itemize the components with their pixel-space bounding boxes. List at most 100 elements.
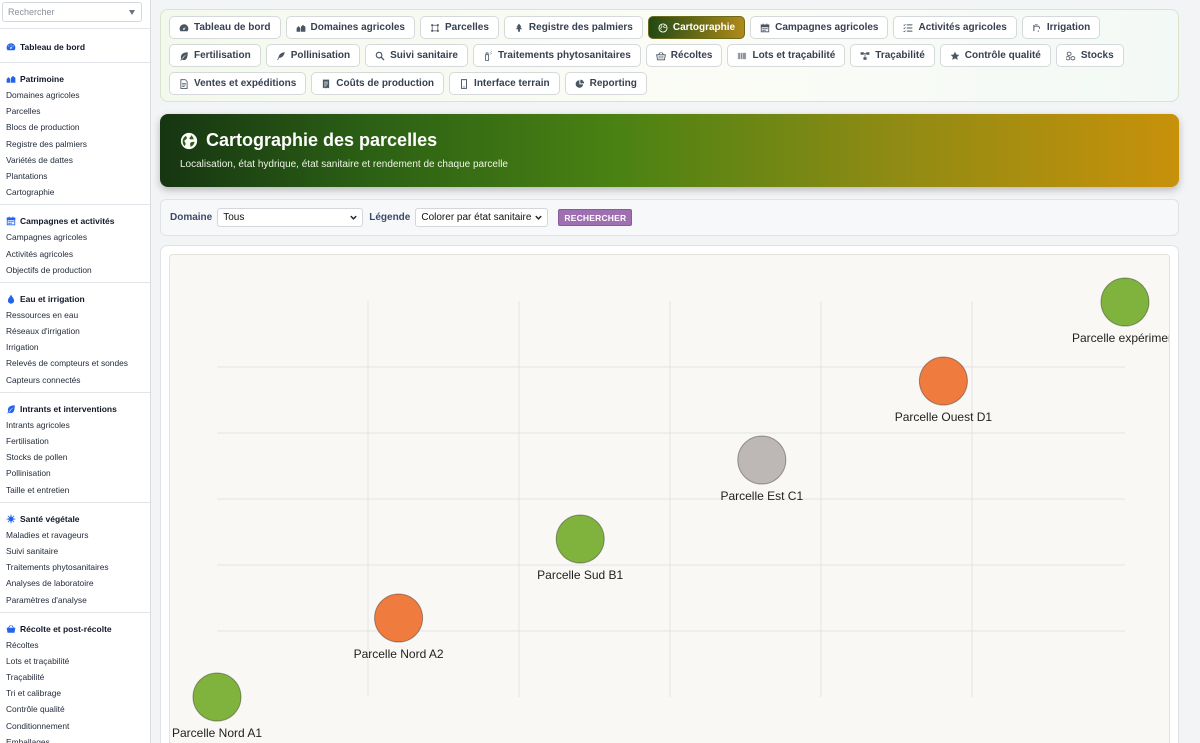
sidebar-item[interactable]: Activités agricoles xyxy=(0,246,150,262)
sidebar-item[interactable]: Paramètres d'analyse xyxy=(0,592,150,608)
parcel-circle[interactable] xyxy=(374,593,424,643)
domain-select-value: Tous xyxy=(223,212,245,223)
sidebar-item[interactable]: Variétés de dattes xyxy=(0,152,150,168)
sidebar-group-label: Eau et irrigation xyxy=(20,293,85,304)
magnifier-icon xyxy=(375,51,385,61)
pie-chart-icon xyxy=(575,79,585,89)
domain-select[interactable]: Tous xyxy=(217,208,364,227)
sidebar-item[interactable]: Taille et entretien xyxy=(0,482,150,498)
parcel-label: Parcelle Sud B1 xyxy=(537,568,623,582)
tab-label: Contrôle qualité xyxy=(964,50,1041,61)
sidebar-item[interactable]: Emballages xyxy=(0,734,150,743)
sidebar-item-dashboard[interactable]: Tableau de bord xyxy=(0,39,150,55)
sidebar-item[interactable]: Stocks de pollen xyxy=(0,449,150,465)
tab-19[interactable]: Interface terrain xyxy=(449,72,560,95)
page-banner: Cartographie des parcelles Localisation,… xyxy=(160,114,1179,187)
tab-15[interactable]: Contrôle qualité xyxy=(939,44,1051,67)
tab-9[interactable]: Pollinisation xyxy=(265,44,361,67)
sidebar-group-title[interactable]: Campagnes et activités xyxy=(0,213,150,229)
tab-13[interactable]: Lots et traçabilité xyxy=(727,44,846,67)
sidebar-item[interactable]: Traçabilité xyxy=(0,669,150,685)
tab-14[interactable]: Traçabilité xyxy=(850,44,935,67)
sidebar-item[interactable]: Analyses de laboratoire xyxy=(0,575,150,591)
sidebar-group-title[interactable]: Intrants et interventions xyxy=(0,401,150,417)
sidebar-item[interactable]: Récoltes xyxy=(0,637,150,653)
search-button[interactable]: RECHERCHER xyxy=(558,209,633,226)
sidebar-item[interactable]: Conditionnement xyxy=(0,718,150,734)
sidebar-item[interactable]: Intrants agricoles xyxy=(0,417,150,433)
tab-11[interactable]: Traitements phytosanitaires xyxy=(472,44,641,67)
parcel-marker[interactable]: Parcelle Sud B1 xyxy=(537,514,624,582)
sidebar-item[interactable]: Campagnes agricoles xyxy=(0,229,150,245)
tab-5[interactable]: Campagnes agricoles xyxy=(750,16,889,39)
parcel-circle[interactable] xyxy=(1100,277,1150,327)
tab-label: Ventes et expéditions xyxy=(194,78,297,89)
tab-12[interactable]: Récoltes xyxy=(645,44,723,67)
tab-label: Cartographie xyxy=(672,22,736,33)
tab-4[interactable]: Cartographie xyxy=(647,16,746,39)
sidebar-item[interactable]: Parcelles xyxy=(0,103,150,119)
tab-label: Fertilisation xyxy=(194,50,251,61)
sidebar-item[interactable]: Domaines agricoles xyxy=(0,87,150,103)
tab-8[interactable]: Fertilisation xyxy=(169,44,261,67)
sidebar-group-label: Patrimoine xyxy=(20,74,64,84)
tab-10[interactable]: Suivi sanitaire xyxy=(365,44,468,67)
tab-7[interactable]: Irrigation xyxy=(1021,16,1101,39)
sidebar-item[interactable]: Plantations xyxy=(0,168,150,184)
tab-label: Traitements phytosanitaires xyxy=(497,50,631,61)
mobile-icon xyxy=(459,78,469,89)
parcel-marker[interactable]: Parcelle expérimen. xyxy=(1072,277,1170,345)
sidebar-group: Eau et irrigation Ressources en eau Réseau… xyxy=(0,283,150,393)
sidebar-item[interactable]: Tri et calibrage xyxy=(0,685,150,701)
tab-20[interactable]: Reporting xyxy=(564,72,647,95)
tab-0[interactable]: Tableau de bord xyxy=(169,16,281,39)
tab-16[interactable]: Stocks xyxy=(1055,44,1124,67)
legend-filter-label: Légende xyxy=(369,212,411,223)
sidebar-group-title[interactable]: Patrimoine xyxy=(0,71,150,87)
page-title-row: Cartographie des parcelles xyxy=(180,130,1159,151)
tab-18[interactable]: Coûts de production xyxy=(311,72,445,95)
sidebar-item[interactable]: Réseaux d'irrigation xyxy=(0,323,150,339)
sidebar-item[interactable]: Fertilisation xyxy=(0,433,150,449)
parcel-circle[interactable] xyxy=(918,356,968,406)
sidebar-group-title[interactable]: Récolte et post-récolte xyxy=(0,621,150,637)
sidebar-item[interactable]: Capteurs connectés xyxy=(0,372,150,388)
parcel-marker[interactable]: Parcelle Nord A2 xyxy=(354,593,444,661)
sidebar-item[interactable]: Irrigation xyxy=(0,339,150,355)
legend-select-value: Colorer par état sanitaire xyxy=(421,212,532,223)
tab-2[interactable]: Parcelles xyxy=(419,16,499,39)
parcel-label: Parcelle Nord A2 xyxy=(354,647,444,661)
tab-1[interactable]: Domaines agricoles xyxy=(285,16,415,39)
parcel-circle[interactable] xyxy=(192,672,242,722)
tab-3[interactable]: Registre des palmiers xyxy=(503,16,643,39)
parcel-circle[interactable] xyxy=(737,435,787,485)
sidebar-item[interactable]: Relevés de compteurs et sondes xyxy=(0,355,150,371)
tab-17[interactable]: Ventes et expéditions xyxy=(169,72,307,95)
sidebar-item[interactable]: Maladies et ravageurs xyxy=(0,527,150,543)
chevron-down-icon xyxy=(129,9,135,15)
sidebar-item[interactable]: Registre des palmiers xyxy=(0,136,150,152)
parcel-marker[interactable]: Parcelle Nord A1 xyxy=(172,672,262,740)
filter-bar: Domaine Tous Légende Colorer par état sa… xyxy=(160,199,1179,236)
sidebar-item[interactable]: Ressources en eau xyxy=(0,307,150,323)
top-navigation: Tableau de bord Domaines agricoles Parcell… xyxy=(160,9,1179,102)
sidebar-item[interactable]: Contrôle qualité xyxy=(0,701,150,717)
parcel-map[interactable]: Parcelle Nord A1 Parcelle Nord A2 Parcelle… xyxy=(169,254,1170,743)
sidebar-item[interactable]: Traitements phytosanitaires xyxy=(0,559,150,575)
sidebar-item[interactable]: Objectifs de production xyxy=(0,262,150,278)
tab-6[interactable]: Activités agricoles xyxy=(893,16,1017,39)
sidebar-group-title[interactable]: Eau et irrigation xyxy=(0,291,150,307)
parcel-marker[interactable]: Parcelle Est C1 xyxy=(720,435,803,503)
sidebar-group-title[interactable]: Santé végétale xyxy=(0,511,150,527)
sidebar-item[interactable]: Lots et traçabilité xyxy=(0,653,150,669)
farm-icon xyxy=(6,74,16,84)
sidebar-group: Intrants et interventions Intrants agrico… xyxy=(0,393,150,503)
tab-label: Lots et traçabilité xyxy=(752,50,836,61)
sidebar-item[interactable]: Cartographie xyxy=(0,184,150,200)
sidebar-item[interactable]: Suivi sanitaire xyxy=(0,543,150,559)
sidebar-item[interactable]: Pollinisation xyxy=(0,465,150,481)
sidebar-search-select[interactable]: Rechercher xyxy=(2,2,142,22)
parcel-circle[interactable] xyxy=(555,514,605,564)
legend-select[interactable]: Colorer par état sanitaire xyxy=(415,208,549,227)
sidebar-item[interactable]: Blocs de production xyxy=(0,119,150,135)
